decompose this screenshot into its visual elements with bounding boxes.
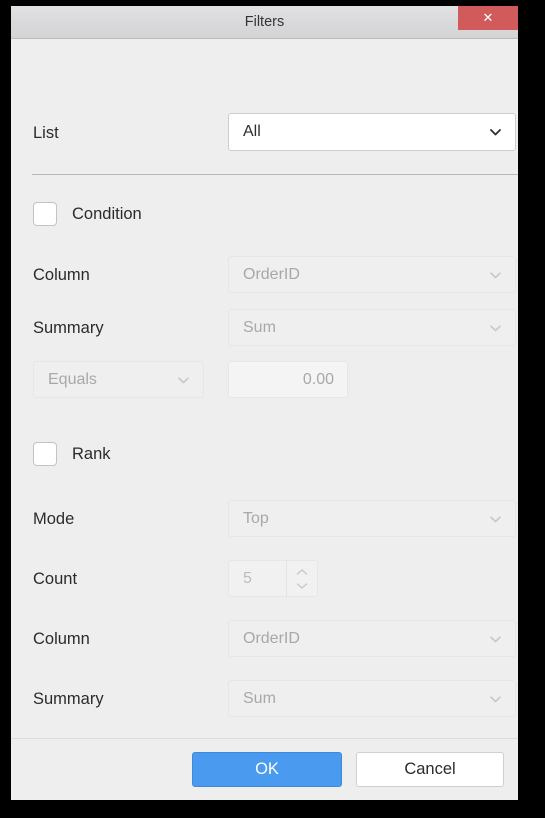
condition-column-select[interactable]: OrderID [228, 256, 516, 293]
chevron-down-icon [489, 321, 502, 334]
chevron-down-icon [296, 582, 308, 589]
condition-checkbox-row[interactable]: Condition [33, 202, 142, 226]
condition-checkbox[interactable] [33, 202, 57, 226]
condition-operator-value: Equals [48, 370, 97, 388]
filters-dialog-window: Filters ✕ List All Condition Column Orde… [11, 6, 518, 800]
condition-column-value: OrderID [243, 265, 300, 283]
window-title: Filters [244, 14, 285, 30]
cancel-button[interactable]: Cancel [356, 752, 504, 787]
chevron-down-icon [489, 632, 502, 645]
condition-operator-select[interactable]: Equals [33, 361, 204, 398]
rank-count-arrows[interactable] [286, 561, 317, 596]
condition-summary-value: Sum [243, 318, 276, 336]
chevron-down-icon [489, 268, 502, 281]
rank-summary-label: Summary [33, 690, 104, 708]
rank-checkbox-label: Rank [72, 444, 111, 463]
list-label: List [33, 124, 59, 142]
condition-amount-input[interactable]: 0.00 [228, 361, 348, 398]
rank-column-label: Column [33, 630, 90, 648]
condition-column-label: Column [33, 266, 90, 284]
rank-count-value: 5 [243, 569, 252, 587]
window-titlebar: Filters ✕ [11, 6, 518, 39]
chevron-down-icon [489, 692, 502, 705]
rank-mode-value: Top [243, 509, 269, 527]
ok-button[interactable]: OK [192, 752, 342, 787]
chevron-down-icon [177, 373, 190, 386]
condition-summary-label: Summary [33, 319, 104, 337]
condition-amount-value: 0.00 [302, 370, 334, 388]
rank-summary-select[interactable]: Sum [228, 680, 516, 717]
chevron-up-icon [296, 568, 308, 575]
rank-column-select[interactable]: OrderID [228, 620, 516, 657]
condition-checkbox-label: Condition [72, 204, 142, 223]
list-select-value: All [243, 123, 261, 140]
condition-summary-select[interactable]: Sum [228, 309, 516, 346]
list-select[interactable]: All [228, 113, 516, 151]
rank-count-stepper[interactable]: 5 [228, 560, 318, 597]
rank-mode-label: Mode [33, 510, 75, 528]
rank-count-label: Count [33, 570, 78, 588]
chevron-down-icon [489, 512, 502, 525]
rank-checkbox-row[interactable]: Rank [33, 442, 111, 466]
dialog-body: List All Condition Column OrderID Summar… [11, 39, 518, 738]
rank-summary-value: Sum [243, 689, 276, 707]
rank-mode-select[interactable]: Top [228, 500, 516, 537]
dialog-footer: OK Cancel [11, 738, 518, 800]
rank-checkbox[interactable] [33, 442, 57, 466]
chevron-down-icon [489, 126, 502, 139]
rank-column-value: OrderID [243, 629, 300, 647]
section-divider [32, 174, 518, 175]
close-icon[interactable]: ✕ [458, 6, 518, 30]
